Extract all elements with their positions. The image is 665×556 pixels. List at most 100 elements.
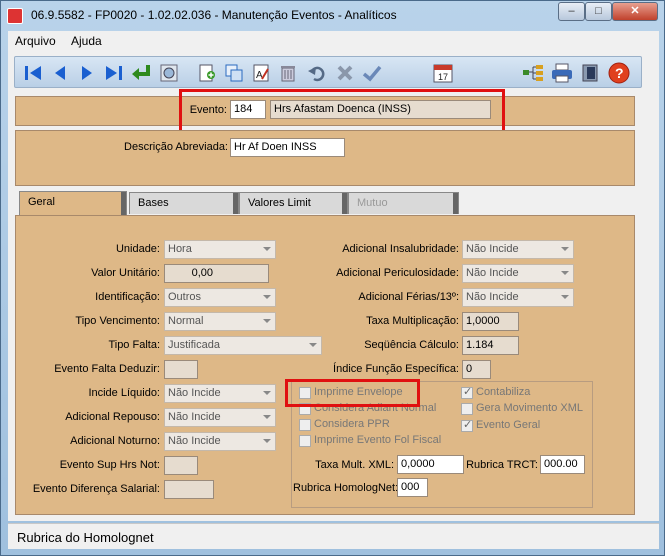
cancel-icon — [337, 65, 353, 81]
print-icon — [552, 63, 572, 83]
window-title: 06.9.5582 - FP0020 - 1.02.02.036 - Manut… — [31, 8, 397, 22]
copy-icon — [225, 64, 243, 82]
close-button[interactable]: ✕ — [612, 2, 658, 21]
help-button[interactable]: ? — [607, 61, 631, 85]
next-icon — [82, 66, 92, 80]
incide-liquido-label: Incide Líquido: — [88, 387, 160, 399]
tree-button[interactable] — [521, 61, 545, 85]
calendar-icon: 17 — [433, 64, 453, 83]
copy-button[interactable] — [222, 61, 246, 85]
first-icon — [25, 66, 41, 80]
exit-button[interactable] — [578, 61, 602, 85]
tipo-vencimento-value: Normal — [168, 315, 204, 327]
tab-geral[interactable]: Geral — [19, 191, 127, 216]
next-record-button[interactable] — [75, 61, 99, 85]
confirm-button[interactable] — [360, 61, 384, 85]
rubrica-homolognet-field[interactable]: 000 — [397, 478, 428, 497]
tab-bases[interactable]: Bases — [129, 192, 239, 214]
evento-geral-checkbox[interactable] — [461, 418, 473, 432]
chevron-down-icon — [263, 319, 271, 323]
title-bar: 06.9.5582 - FP0020 - 1.02.02.036 - Manut… — [1, 1, 664, 31]
contabiliza-label: Contabiliza — [476, 386, 531, 398]
incide-liquido-select[interactable]: Não Incide — [164, 384, 276, 403]
adicional-ferias-value: Não Incide — [466, 291, 519, 303]
evento-sup-hrs-not-label: Evento Sup Hrs Not: — [59, 459, 160, 471]
menu-bar: Arquivo Ajuda — [8, 31, 659, 51]
minimize-button[interactable]: – — [558, 2, 585, 21]
adicional-ferias-select[interactable]: Não Incide — [462, 288, 574, 307]
chevron-down-icon — [561, 295, 569, 299]
previous-record-button[interactable] — [48, 61, 72, 85]
new-button[interactable] — [195, 61, 219, 85]
identificacao-value: Outros — [168, 291, 202, 303]
adicional-repouso-select[interactable]: Não Incide — [164, 408, 276, 427]
indice-funcao-especifica-field[interactable]: 0 — [462, 360, 491, 379]
tab-mutuo-label: Mutuo — [357, 197, 388, 209]
tab-valores-limit[interactable]: Valores Limit — [239, 192, 348, 214]
chevron-down-icon — [561, 271, 569, 275]
rubrica-trct-field[interactable]: 000.00 — [540, 455, 585, 474]
delete-button[interactable] — [276, 61, 300, 85]
unidade-label: Unidade: — [115, 243, 160, 255]
tab-edge — [233, 193, 238, 214]
calendar-button[interactable]: 17 — [431, 61, 455, 85]
tab-geral-label: Geral — [28, 196, 55, 208]
imprime-evento-fol-fiscal-label: Imprime Evento Fol Fiscal — [314, 434, 442, 446]
adicional-periculosidade-select[interactable]: Não Incide — [462, 264, 574, 283]
tipo-vencimento-select[interactable]: Normal — [164, 312, 276, 331]
print-button[interactable] — [550, 61, 574, 85]
chevron-down-icon — [263, 391, 271, 395]
delete-icon — [281, 66, 295, 82]
adicional-insalubridade-label: Adicional Insalubridade: — [342, 243, 459, 255]
search-button[interactable] — [157, 61, 181, 85]
evento-falta-deduzir-label: Evento Falta Deduzir: — [54, 363, 160, 375]
adicional-insalubridade-select[interactable]: Não Incide — [462, 240, 574, 259]
main-window: 06.9.5582 - FP0020 - 1.02.02.036 - Manut… — [0, 0, 665, 556]
tipo-falta-select[interactable]: Justificada — [164, 336, 322, 355]
sequencia-calculo-field[interactable]: 1.184 — [462, 336, 519, 355]
taxa-mult-xml-label: Taxa Mult. XML: — [315, 459, 394, 471]
gera-movimento-xml-checkbox[interactable] — [461, 403, 473, 415]
exit-icon — [582, 64, 598, 82]
unidade-select[interactable]: Hora — [164, 240, 276, 259]
highlight-imprime-envelope — [285, 379, 420, 407]
chevron-down-icon — [263, 415, 271, 419]
evento-falta-deduzir-field[interactable] — [164, 360, 198, 379]
status-text: Rubrica do Homolognet — [17, 530, 154, 545]
evento-sup-hrs-not-field[interactable] — [164, 456, 198, 475]
toolbar-strip: A 17 ? — [14, 56, 642, 88]
last-record-button[interactable] — [102, 61, 126, 85]
adicional-repouso-label: Adicional Repouso: — [65, 411, 160, 423]
contabiliza-checkbox[interactable] — [461, 385, 473, 399]
evento-diferenca-salarial-label: Evento Diferença Salarial: — [32, 483, 160, 495]
taxa-multiplicacao-label: Taxa Multiplicação: — [366, 315, 459, 327]
first-record-button[interactable] — [21, 61, 45, 85]
tab-mutuo[interactable]: Mutuo — [348, 192, 459, 214]
chevron-down-icon — [263, 247, 271, 251]
app-icon — [7, 8, 23, 24]
svg-text:17: 17 — [438, 72, 448, 82]
chevron-down-icon — [561, 247, 569, 251]
imprime-evento-fol-fiscal-checkbox[interactable] — [299, 435, 311, 447]
identificacao-select[interactable]: Outros — [164, 288, 276, 307]
undo-button[interactable] — [305, 61, 329, 85]
tree-icon — [523, 65, 543, 81]
svg-text:A: A — [256, 70, 263, 81]
taxa-mult-xml-field[interactable]: 0,0000 — [397, 455, 464, 474]
adicional-noturno-value: Não Incide — [168, 435, 221, 447]
enter-button[interactable] — [129, 61, 153, 85]
descricao-field[interactable]: Hr Af Doen INSS — [230, 138, 345, 157]
menu-arquivo[interactable]: Arquivo — [15, 34, 56, 48]
cancel-button[interactable] — [333, 61, 357, 85]
valor-unitario-field[interactable]: 0,00 — [164, 264, 269, 283]
considera-ppr-checkbox[interactable] — [299, 419, 311, 431]
edit-button[interactable]: A — [249, 61, 273, 85]
evento-diferenca-salarial-field[interactable] — [164, 480, 214, 499]
adicional-noturno-select[interactable]: Não Incide — [164, 432, 276, 451]
taxa-multiplicacao-field[interactable]: 1,0000 — [462, 312, 519, 331]
adicional-repouso-value: Não Incide — [168, 411, 221, 423]
search-icon — [160, 64, 178, 82]
adicional-insalubridade-value: Não Incide — [466, 243, 519, 255]
maximize-button[interactable]: □ — [585, 2, 612, 21]
menu-ajuda[interactable]: Ajuda — [71, 34, 102, 48]
